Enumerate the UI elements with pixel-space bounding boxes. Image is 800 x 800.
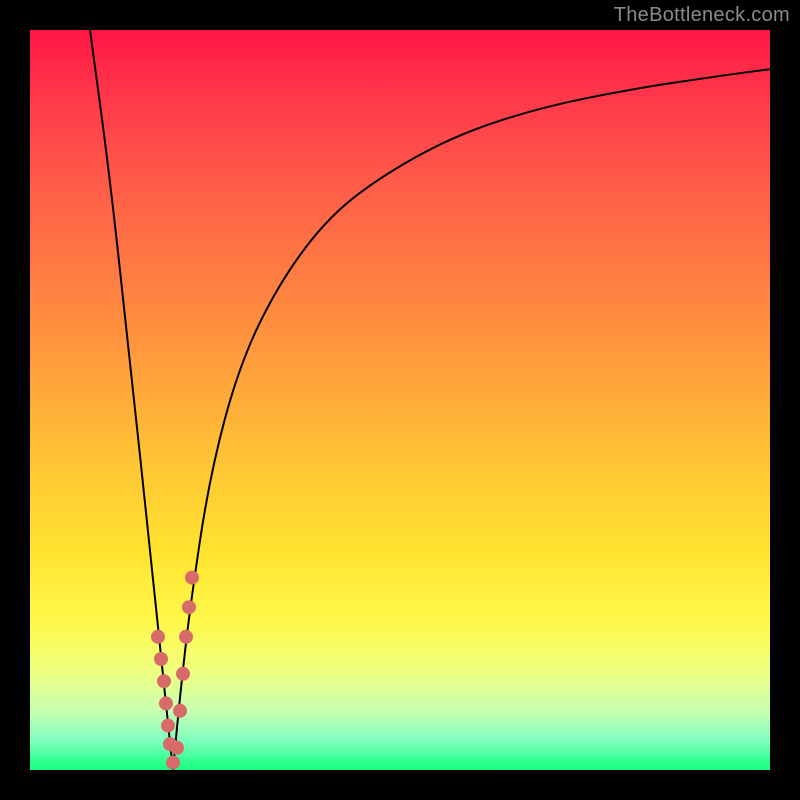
watermark-text: TheBottleneck.com: [614, 4, 790, 27]
chart-frame: TheBottleneck.com: [0, 0, 800, 800]
marker-point: [173, 704, 187, 718]
marker-point: [179, 630, 193, 644]
marker-point: [170, 741, 184, 755]
marker-point: [154, 652, 168, 666]
plot-area: [30, 30, 770, 770]
marker-point: [182, 600, 196, 614]
marker-point: [161, 719, 175, 733]
curve-gpu-limited: [173, 69, 770, 770]
marker-point: [151, 630, 165, 644]
marker-point: [166, 756, 180, 770]
marker-point: [185, 571, 199, 585]
marker-point: [157, 674, 171, 688]
marker-point: [176, 667, 190, 681]
curve-layer: [30, 30, 770, 770]
marker-point: [159, 696, 173, 710]
